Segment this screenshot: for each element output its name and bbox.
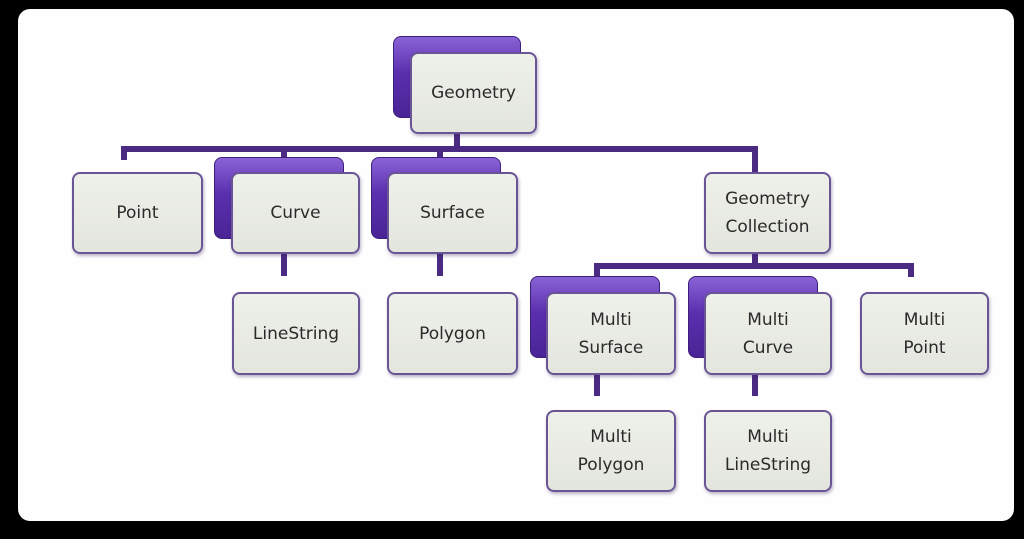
node-linestring: LineString bbox=[232, 292, 360, 375]
node-label: Surface bbox=[420, 203, 485, 223]
connector-curve-linestring bbox=[281, 254, 287, 276]
node-label-line1: Multi bbox=[747, 427, 789, 447]
node-label-line2: LineString bbox=[724, 455, 812, 475]
node-label-line1: Geometry bbox=[725, 189, 810, 209]
connector-to-multi-point bbox=[908, 263, 914, 277]
node-multi-polygon: Multi Polygon bbox=[546, 410, 676, 492]
node-multi-linestring: Multi LineString bbox=[704, 410, 832, 492]
connector-surface-polygon bbox=[437, 254, 443, 276]
node-label-line2: Collection bbox=[725, 217, 810, 237]
node-multi-surface: Multi Surface bbox=[546, 292, 676, 375]
node-label-line1: Multi bbox=[590, 427, 632, 447]
node-multi-point: Multi Point bbox=[860, 292, 989, 375]
node-label-line2: Surface bbox=[578, 337, 644, 358]
node-geometry: Geometry bbox=[410, 52, 537, 134]
connector-level2-bar bbox=[594, 263, 914, 269]
node-curve: Curve bbox=[231, 172, 360, 254]
node-label-line1: Multi bbox=[590, 309, 632, 330]
connector-to-geometry-collection bbox=[752, 146, 758, 174]
connector-to-multi-surface bbox=[594, 263, 600, 277]
node-surface: Surface bbox=[387, 172, 518, 254]
node-label: Geometry bbox=[431, 83, 516, 103]
node-label-line2: Polygon bbox=[577, 455, 645, 475]
node-label: LineString bbox=[252, 323, 340, 344]
connector-to-point bbox=[121, 146, 127, 160]
node-label-line2: Curve bbox=[742, 337, 794, 358]
node-label-line1: Multi bbox=[747, 309, 789, 330]
node-polygon: Polygon bbox=[387, 292, 518, 375]
node-label: Curve bbox=[270, 203, 321, 223]
connector-multi-surface-polygon bbox=[594, 374, 600, 396]
node-label: Polygon bbox=[419, 323, 486, 344]
connector-multi-curve-linestring bbox=[752, 374, 758, 396]
node-label: Point bbox=[116, 203, 159, 223]
node-point: Point bbox=[72, 172, 203, 254]
node-geometry-collection: Geometry Collection bbox=[704, 172, 831, 254]
node-label-line2: Point bbox=[903, 337, 946, 358]
node-label-line1: Multi bbox=[903, 309, 946, 330]
node-multi-curve: Multi Curve bbox=[704, 292, 832, 375]
